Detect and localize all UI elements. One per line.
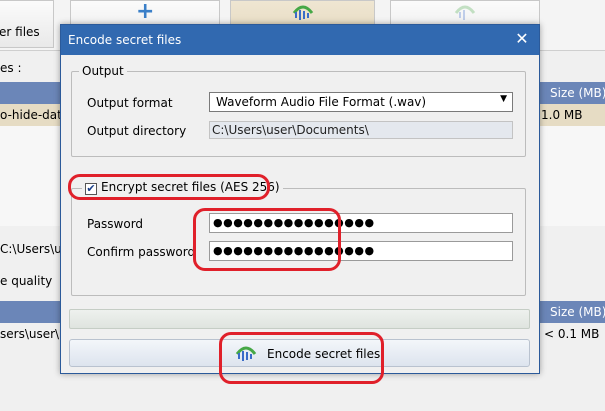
waveform-icon	[235, 346, 257, 361]
output-directory-label: Output directory	[87, 124, 187, 138]
encryption-group: ✔ Encrypt secret files (AES 256) Password…	[71, 180, 526, 296]
encrypt-checkbox[interactable]: ✔	[85, 183, 97, 195]
confirm-password-label: Confirm password	[87, 245, 196, 259]
quality-label: e quality	[0, 274, 53, 288]
size-column-header: Size (MB)	[550, 305, 605, 319]
file-size-cell: < 0.1 MB	[544, 327, 600, 341]
output-group: Output Output format Waveform Audio File…	[71, 64, 526, 157]
encryption-group-legend: ✔ Encrypt secret files (AES 256)	[82, 180, 283, 195]
toolbar-button-label: er files	[0, 25, 40, 39]
waveform-icon	[292, 5, 314, 20]
password-input[interactable]: ●●●●●●●●●●●●●●●●	[209, 213, 513, 233]
output-group-legend: Output	[79, 64, 127, 78]
confirm-password-input[interactable]: ●●●●●●●●●●●●●●●●	[209, 241, 513, 261]
output-directory-field[interactable]: C:\Users\user\Documents\	[209, 121, 513, 139]
file-name-cell: o-hide-data	[0, 108, 70, 122]
plus-icon: +	[136, 0, 155, 24]
encode-dialog: Encode secret files ✕ Output Output form…	[60, 24, 540, 374]
confirm-password-value: ●●●●●●●●●●●●●●●●	[213, 244, 375, 257]
encrypt-checkbox-label: Encrypt secret files (AES 256)	[101, 180, 280, 194]
size-column-header: Size (MB)	[550, 86, 605, 100]
output-directory-value: C:\Users\user\Documents\	[212, 123, 369, 137]
output-format-select[interactable]: Waveform Audio File Format (.wav) ▼	[209, 92, 513, 112]
waveform-icon	[454, 5, 476, 20]
encode-button-label: Encode secret files	[267, 347, 381, 361]
chevron-down-icon: ▼	[500, 94, 507, 104]
toolbar-button-files[interactable]: er files	[0, 0, 54, 48]
output-format-label: Output format	[87, 96, 173, 110]
files-label: es :	[0, 61, 22, 75]
password-label: Password	[87, 217, 144, 231]
progress-bar	[69, 309, 530, 329]
dialog-titlebar: Encode secret files ✕	[61, 25, 539, 55]
file-size-cell: 1.0 MB	[541, 108, 583, 122]
password-value: ●●●●●●●●●●●●●●●●	[213, 216, 375, 229]
output-format-value: Waveform Audio File Format (.wav)	[216, 95, 427, 109]
encode-secret-files-button[interactable]: Encode secret files	[69, 339, 530, 367]
dialog-title: Encode secret files	[68, 33, 182, 47]
close-icon[interactable]: ✕	[513, 30, 531, 48]
